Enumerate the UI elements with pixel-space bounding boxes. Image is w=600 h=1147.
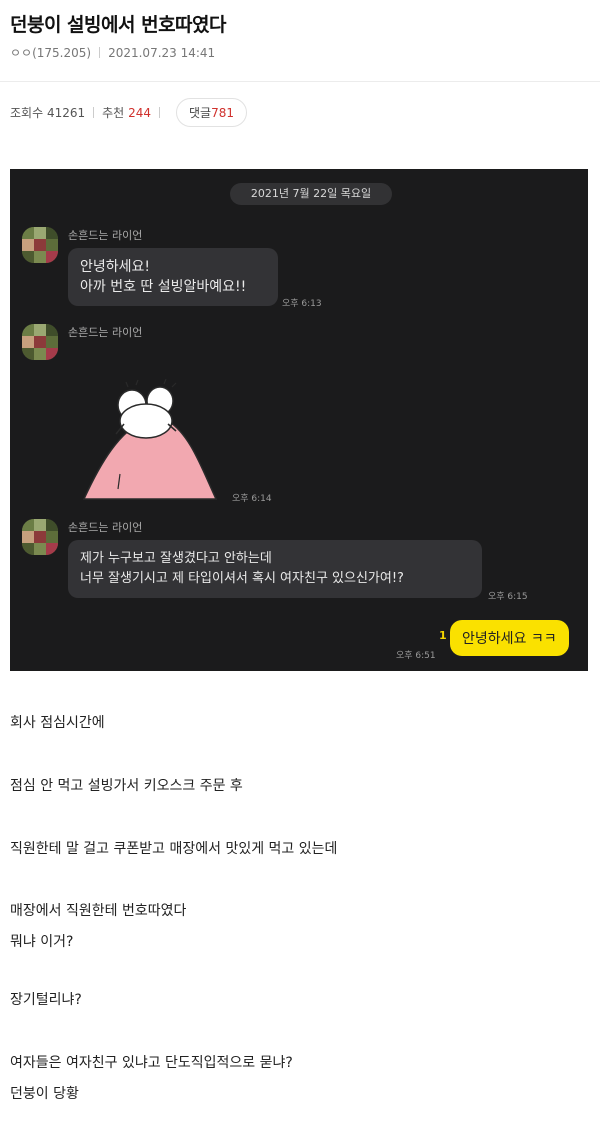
body-paragraph: 여자들은 여자친구 있냐고 단도직입적으로 묻냐? [10, 1055, 293, 1071]
chat-bubble: 안녕하세요! 아까 번호 딴 설빙알바예요!! [68, 248, 278, 306]
post-stats: 조회수 41261 추천 244 댓글781 [10, 98, 247, 127]
recommend-count: 244 [128, 106, 151, 120]
views-stat: 조회수 41261 [10, 104, 85, 121]
sender-name: 손흔드는 라이언 [68, 229, 143, 242]
chat-date-pill: 2021년 7월 22일 목요일 [230, 183, 392, 205]
chat-bubble: 제가 누구보고 잘생겼다고 안하는데 너무 잘생기시고 제 타입이셔서 혹시 여… [68, 540, 482, 598]
stats-divider [158, 107, 160, 118]
comment-count: 781 [211, 106, 234, 120]
body-paragraph: 던붕이 당황 [10, 1086, 79, 1102]
views-label: 조회수 [10, 106, 44, 120]
post-meta: ㅇㅇ(175.205) 2021.07.23 14:41 [10, 44, 215, 61]
chat-screenshot: 2021년 7월 22일 목요일 손흔드는 라이언 안녕하세요! 아까 번호 딴… [10, 169, 588, 671]
body-paragraph: 매장에서 직원한테 번호따였다 [10, 903, 187, 919]
views-count: 41261 [46, 106, 86, 120]
body-paragraph: 점심 안 먹고 설빙가서 키오스크 주문 후 [10, 778, 243, 794]
body-paragraph: 직원한테 말 걸고 쿠폰받고 매장에서 맛있게 먹고 있는데 [10, 841, 338, 857]
my-chat-bubble: 안녕하세요 ㅋㅋ [450, 620, 569, 656]
comment-label: 댓글 [188, 106, 212, 120]
message-time: 오후 6:15 [488, 592, 528, 602]
reply-time: 오후 6:51 [396, 651, 436, 661]
sender-avatar [22, 324, 58, 360]
unread-count: 1 [439, 629, 447, 642]
post-title: 던붕이 설빙에서 번호따였다 [10, 14, 227, 36]
post-datetime: 2021.07.23 14:41 [108, 45, 216, 60]
recommend-stat: 추천 244 [102, 104, 151, 121]
message-time: 오후 6:13 [282, 299, 322, 309]
stats-divider [93, 107, 95, 118]
message-time: 오후 6:14 [232, 494, 272, 504]
author-name[interactable]: ㅇㅇ(175.205) [10, 44, 91, 61]
sender-avatar [22, 227, 58, 263]
body-paragraph: 뭐냐 이거? [10, 934, 74, 950]
sender-name: 손흔드는 라이언 [68, 521, 143, 534]
sender-avatar [22, 519, 58, 555]
meta-divider [99, 47, 101, 58]
sender-name: 손흔드는 라이언 [68, 326, 143, 339]
body-paragraph: 장기털리냐? [10, 992, 82, 1008]
recommend-label: 추천 [102, 106, 125, 120]
body-paragraph: 회사 점심시간에 [10, 715, 105, 731]
header-divider [0, 81, 600, 82]
comment-button[interactable]: 댓글781 [175, 98, 247, 127]
bunny-sticker-icon [82, 379, 218, 500]
